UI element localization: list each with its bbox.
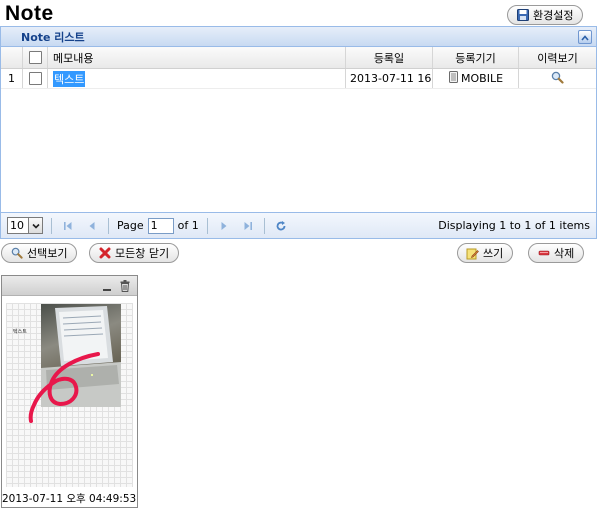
note-card-header — [2, 276, 137, 296]
page-size-value: 10 — [10, 219, 24, 232]
magnifier-icon — [10, 247, 23, 260]
toolbar-separator — [51, 217, 52, 234]
write-button[interactable]: 쓰기 — [457, 243, 514, 263]
note-thumbnail[interactable]: 텍스트 — [6, 303, 133, 487]
next-page-icon[interactable] — [216, 218, 232, 234]
row-checkbox[interactable] — [28, 72, 42, 85]
row-checkbox-cell — [23, 69, 48, 88]
column-header-checkbox-cell — [23, 47, 48, 68]
row-number: 1 — [1, 69, 23, 88]
collapse-button[interactable] — [578, 30, 592, 44]
view-selected-label: 선택보기 — [27, 247, 68, 260]
panel-header: Note 리스트 — [1, 27, 596, 47]
view-selected-button[interactable]: 선택보기 — [1, 243, 78, 263]
note-timestamp: 2013-07-11 오후 04:49:53 — [2, 493, 137, 505]
settings-label: 환경설정 — [533, 9, 574, 22]
page-size-select[interactable]: 10 — [7, 217, 43, 234]
magnifier-icon[interactable] — [551, 71, 564, 87]
red-x-icon — [98, 247, 111, 260]
previous-page-icon[interactable] — [84, 218, 100, 234]
write-label: 쓰기 — [483, 247, 504, 260]
column-header-device[interactable]: 등록기기 — [433, 47, 519, 68]
page-number-input[interactable]: 1 — [147, 217, 174, 234]
close-all-button[interactable]: 모든창 닫기 — [89, 243, 180, 263]
column-header-history[interactable]: 이력보기 — [519, 47, 596, 68]
note-list-panel: Note 리스트 메모내용 등록일 등록기기 이력보기 1 텍스트 2013-0… — [0, 26, 597, 239]
trash-icon[interactable] — [120, 280, 130, 292]
toolbar-separator — [263, 217, 265, 234]
refresh-icon[interactable] — [273, 218, 289, 234]
pencil-note-icon — [466, 247, 479, 260]
paging-toolbar: 10 Page 1 of 1 Displaying 1 to 1 of 1 it… — [1, 212, 596, 238]
delete-button[interactable]: 삭제 — [528, 243, 585, 263]
column-header-row: 메모내용 등록일 등록기기 이력보기 — [1, 47, 596, 69]
page-title: Note — [5, 2, 54, 25]
toolbar-separator — [108, 217, 109, 234]
date-cell: 2013-07-11 16: — [346, 69, 433, 88]
settings-button[interactable]: 환경설정 — [507, 5, 584, 25]
table-row[interactable]: 1 텍스트 2013-07-11 16: MOBILE — [1, 69, 596, 89]
page-label: Page — [117, 219, 144, 232]
panel-title: Note 리스트 — [21, 30, 85, 44]
memo-text: 텍스트 — [53, 70, 86, 87]
column-header-memo[interactable]: 메모내용 — [48, 47, 346, 68]
floppy-disk-icon — [516, 9, 529, 22]
column-header-date[interactable]: 등록일 — [346, 47, 433, 68]
device-label: MOBILE — [461, 72, 504, 85]
minimize-icon[interactable] — [103, 282, 111, 291]
close-all-label: 모든창 닫기 — [115, 247, 170, 260]
minus-delete-icon — [537, 247, 550, 260]
column-header-number — [1, 47, 23, 68]
history-cell — [519, 69, 596, 88]
note-card[interactable]: 텍스트 2013-07-11 오후 04:49:53 — [1, 275, 138, 508]
last-page-icon[interactable] — [240, 218, 256, 234]
page-count-label: of 1 — [177, 219, 199, 232]
toolbar-separator — [206, 217, 208, 234]
chevron-down-icon[interactable] — [28, 218, 42, 233]
select-all-checkbox[interactable] — [28, 51, 42, 64]
memo-cell[interactable]: 텍스트 — [48, 69, 346, 88]
chevron-up-icon — [581, 31, 589, 44]
mobile-device-icon — [449, 71, 458, 86]
paging-info: Displaying 1 to 1 of 1 items — [438, 219, 590, 232]
delete-label: 삭제 — [554, 247, 575, 260]
first-page-icon[interactable] — [60, 218, 76, 234]
device-cell: MOBILE — [433, 69, 519, 88]
